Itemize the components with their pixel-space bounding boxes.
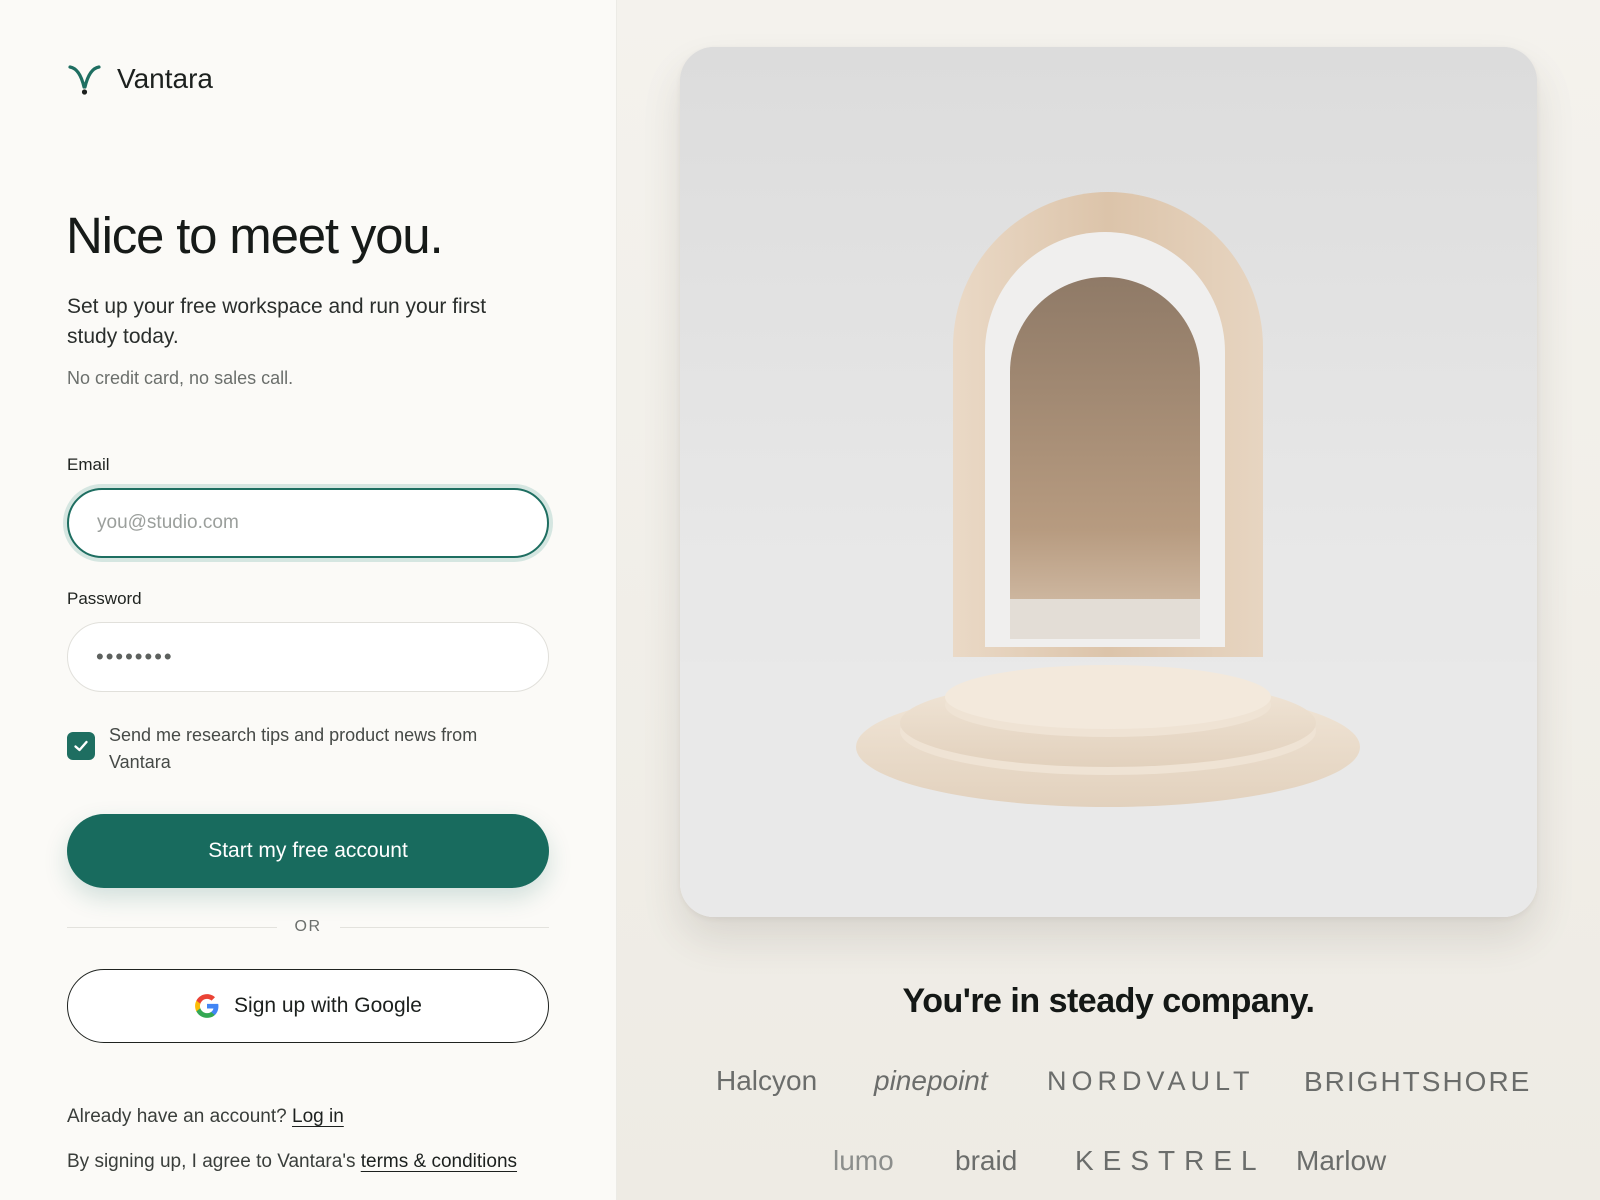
v-sprout-icon [68,65,101,95]
customer-logo-braid: braid [955,1145,1018,1176]
newsletter-checkbox[interactable] [67,732,95,760]
google-signup-button[interactable]: Sign up with Google [67,969,549,1043]
or-divider: OR [67,918,549,936]
email-label: Email [67,455,110,474]
checkmark-icon [74,740,88,752]
divider-line [339,926,549,928]
password-label: Password [67,589,142,608]
password-value: •••••••• [96,644,174,669]
social-proof-title: You're in steady company. [902,982,1315,1020]
customer-logo-brightshore: BRIGHTSHORE [1304,1066,1532,1097]
arch-pedestal-illustration [680,47,1537,917]
newsletter-option: Send me research tips and product news f… [67,722,537,776]
email-placeholder: you@studio.com [97,512,239,533]
customer-logo-nordvault: NORDVAULT [1047,1066,1255,1096]
divider-line [67,926,277,928]
password-field[interactable]: •••••••• [67,622,549,692]
login-prompt: Already have an account? [67,1106,287,1127]
google-icon [195,994,219,1018]
hero-image [680,47,1537,917]
brand-name: Vantara [117,63,213,94]
start-free-account-button[interactable]: Start my free account [67,814,549,888]
newsletter-label: Send me research tips and product news f… [109,725,478,772]
subtitle: Set up your free workspace and run your … [67,295,487,348]
brand[interactable]: Vantara [67,62,213,96]
customer-logo-kestrel: KESTREL [1075,1145,1266,1176]
login-link[interactable]: Log in [292,1106,344,1127]
customer-logo-marlow: Marlow [1296,1145,1387,1176]
google-button-label: Sign up with Google [234,994,422,1017]
customer-logo-lumo: lumo [833,1145,894,1176]
page-title: Nice to meet you. [66,207,444,264]
customer-logo-pinepoint: pinepoint [874,1065,988,1096]
signup-panel: Vantara Nice to meet you. Set up your fr… [0,0,617,1200]
or-label: OR [294,918,322,935]
login-prompt-row: Already have an account? Log in [67,1106,344,1128]
terms-prompt: By signing up, I agree to Vantara's [67,1151,356,1172]
no-credit-card-note: No credit card, no sales call. [67,368,294,388]
terms-row: By signing up, I agree to Vantara's term… [67,1151,517,1173]
email-field[interactable]: you@studio.com [67,488,549,558]
customer-logo-halcyon: Halcyon [716,1065,818,1096]
terms-link[interactable]: terms & conditions [361,1151,517,1172]
